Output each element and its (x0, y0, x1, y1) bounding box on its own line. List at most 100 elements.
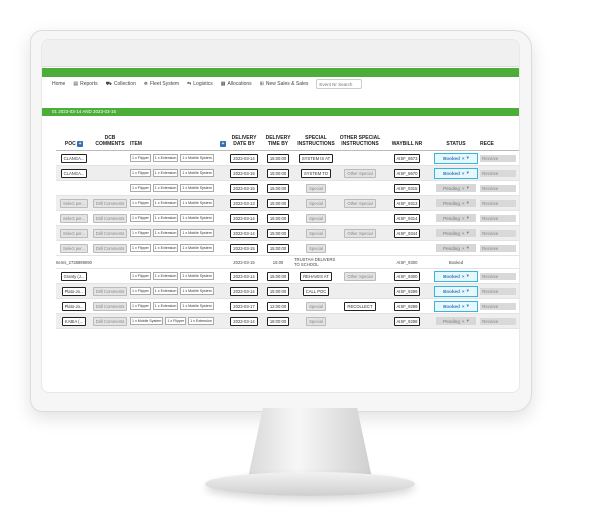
item-tag[interactable]: 1 x Flipper (130, 244, 151, 252)
status-select[interactable]: Booked × ▾ (434, 152, 478, 164)
delivery-date-input[interactable]: 2023-03-14 (230, 286, 258, 296)
waybill-input[interactable]: AISF_9313 (393, 198, 421, 208)
status-select[interactable]: Pending × ▾ (436, 184, 476, 192)
waybill-input[interactable]: AISF_8673 (393, 153, 421, 163)
nav-fleet-system[interactable]: ⛯ Fleet System (144, 81, 179, 87)
dcb-comment-input[interactable]: Drill Comments (92, 213, 128, 223)
nav-sales[interactable]: ⊞ New Sales & Sales (260, 81, 309, 87)
status-select[interactable]: Booked × ▾ (434, 167, 478, 179)
waybill-input[interactable]: AISF_9299 (393, 286, 421, 296)
special-instructions-input[interactable]: Special (306, 198, 326, 208)
status-select[interactable]: Booked × ▾ (434, 285, 478, 297)
special-instructions-input[interactable]: SYSTEM TO (300, 168, 332, 178)
item-tag[interactable]: 1 x Extension (152, 214, 179, 222)
item-tag[interactable]: 1 x Flipper (130, 287, 151, 295)
delivery-time-input[interactable]: 15:00:00 (266, 168, 290, 178)
delivery-date-input[interactable]: 2023-03-13 (230, 198, 258, 208)
clear-icon[interactable]: × (462, 186, 465, 191)
item-tag[interactable]: 1 x Mobile System (180, 199, 214, 207)
item-tag[interactable]: 1 x Mobile System (180, 154, 214, 162)
clear-icon[interactable]: × (462, 304, 465, 309)
status-select[interactable]: Pending × ▾ (436, 229, 476, 237)
poc-select[interactable]: Plato-Jo... (61, 286, 87, 296)
receive-select[interactable]: Receive (480, 214, 516, 222)
item-tag[interactable]: 1 x Extension (152, 302, 179, 310)
special-instructions-input[interactable]: Special (306, 243, 326, 253)
item-tag[interactable]: 1 x Flipper (130, 214, 151, 222)
delivery-time-input[interactable]: 15:00:00 (266, 243, 290, 253)
receive-select[interactable]: Receive (480, 287, 516, 295)
item-tag[interactable]: 1 x Extension (152, 244, 179, 252)
waybill-input[interactable]: AISF_9314 (393, 213, 421, 223)
dcb-comment-input[interactable]: Drill Comments (92, 286, 128, 296)
receive-select[interactable]: Receive (480, 272, 516, 280)
delivery-time-input[interactable]: 15:00:00 (266, 183, 290, 193)
clear-icon[interactable]: × (462, 289, 465, 294)
item-tag[interactable]: 1 x Extension (152, 229, 179, 237)
waybill-input[interactable]: AISF_9344 (393, 228, 421, 238)
special-instructions-input[interactable]: SYSTEM IS AT (298, 153, 334, 163)
waybill-input[interactable]: AISF_9298 (393, 316, 421, 326)
item-tag[interactable]: 1 x Flipper (130, 302, 151, 310)
item-tag[interactable]: 1 x Flipper (165, 317, 187, 325)
delivery-time-input[interactable]: 15:00:00 (266, 228, 290, 238)
other-special-input[interactable]: Other Special (344, 271, 376, 281)
clear-icon[interactable]: × (462, 216, 465, 221)
item-tag[interactable]: 1 x Mobile System (180, 169, 214, 177)
dcb-comment-input[interactable]: Drill Comments (92, 228, 128, 238)
clear-icon[interactable]: × (462, 319, 465, 324)
receive-select[interactable]: Receive (480, 229, 516, 237)
delivery-time-input[interactable]: 15:00:00 (266, 286, 290, 296)
delivery-time-input[interactable]: 15:00:00 (266, 153, 290, 163)
poc-select[interactable]: Select per... (59, 243, 89, 253)
receive-select[interactable]: Receive (480, 184, 516, 192)
receive-select[interactable]: Receive (480, 317, 516, 325)
status-select[interactable]: Pending × ▾ (436, 214, 476, 222)
item-tag[interactable]: 1 x Mobile System (130, 317, 164, 325)
status-select[interactable]: Booked × ▾ (434, 300, 478, 312)
nav-home[interactable]: Home (52, 81, 65, 87)
item-tag[interactable]: 1 x Mobile System (180, 244, 214, 252)
item-tag[interactable]: 1 x Extension (188, 317, 214, 325)
delivery-date-input[interactable]: 2023-03-14 (230, 228, 258, 238)
other-special-input[interactable]: Other Special (344, 198, 376, 208)
status-select[interactable]: Pending × ▾ (436, 244, 476, 252)
clear-icon[interactable]: × (462, 156, 465, 161)
item-tag[interactable]: 1 x Mobile System (180, 272, 214, 280)
waybill-input[interactable]: AISF_9299 (393, 301, 421, 311)
delivery-time-input[interactable]: 15:00:00 (266, 271, 290, 281)
add-poc-button[interactable]: + (77, 141, 84, 147)
clear-icon[interactable]: × (462, 231, 465, 236)
poc-select[interactable]: KABIA (... (61, 316, 87, 326)
delivery-time-input[interactable]: 15:00:00 (266, 213, 290, 223)
item-tag[interactable]: 1 x Flipper (130, 184, 151, 192)
item-tag[interactable]: 1 x Mobile System (180, 214, 214, 222)
poc-select[interactable]: Plato-Jo... (61, 301, 87, 311)
dcb-comment-input[interactable]: Drill Comments (92, 198, 128, 208)
receive-select[interactable]: Receive (480, 302, 516, 310)
delivery-date-input[interactable]: 2023-03-14 (230, 271, 258, 281)
waybill-input[interactable]: AISF_9300 (393, 271, 421, 281)
delivery-date-input[interactable]: 2023-03-17 (230, 301, 258, 311)
item-tag[interactable]: 1 x Extension (152, 199, 179, 207)
item-tag[interactable]: 1 x Mobile System (180, 229, 214, 237)
waybill-input[interactable]: AISF_9315 (393, 183, 421, 193)
receive-select[interactable]: Receive (480, 199, 516, 207)
receive-select[interactable]: Receive (480, 154, 516, 162)
waybill-input[interactable]: AISF_8670 (393, 168, 421, 178)
nav-logistics[interactable]: ⇆ Logistics (187, 81, 213, 87)
special-instructions-input[interactable]: Special (306, 213, 326, 223)
poc-select[interactable]: Select per... (59, 198, 89, 208)
clear-icon[interactable]: × (462, 171, 465, 176)
item-tag[interactable]: 1 x Flipper (130, 229, 151, 237)
other-special-input[interactable]: Other Special (344, 168, 376, 178)
delivery-time-input[interactable]: 15:00:00 (266, 198, 290, 208)
item-tag[interactable]: 1 x Extension (152, 184, 179, 192)
item-tag[interactable]: 1 x Extension (152, 272, 179, 280)
poc-select[interactable]: Select per... (59, 213, 89, 223)
nav-reports[interactable]: ▤ Reports (73, 81, 97, 87)
item-tag[interactable]: 1 x Flipper (130, 154, 151, 162)
clear-icon[interactable]: × (462, 274, 465, 279)
poc-select[interactable]: Granty (J... (60, 271, 88, 281)
nav-collection[interactable]: ⛟ Collection (106, 81, 136, 88)
